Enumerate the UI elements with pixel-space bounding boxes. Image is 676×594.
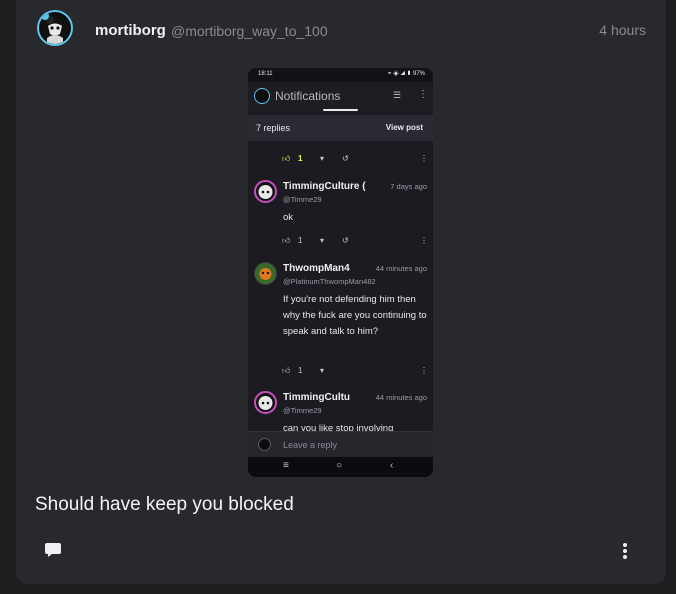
replies-count: 7 replies: [256, 123, 291, 133]
author-name[interactable]: mortiborg: [95, 22, 166, 39]
commenter-handle: @Timme29: [283, 195, 322, 204]
status-time: 18:11: [258, 71, 273, 77]
thumbs-up-icon: 👍︎: [282, 154, 291, 163]
post-timestamp: 4 hours: [599, 22, 646, 38]
commenter-name: TimmingCulture (: [283, 181, 366, 192]
more-options-icon[interactable]: [621, 542, 629, 560]
more-icon: ⋮: [420, 154, 428, 163]
home-icon: ○: [336, 460, 343, 471]
commenter-avatar: [254, 262, 277, 285]
back-icon: ‹: [390, 460, 394, 471]
comment-text: can you like stop involving: [283, 423, 394, 431]
commenter-name: TimmingCultu: [283, 392, 351, 403]
replies-bar: 7 replies View post: [248, 115, 433, 141]
like-count: 1: [298, 366, 303, 375]
comment-text: ok: [283, 212, 294, 223]
action-row: 👍︎ 1 ▾ ↺ ⋮: [282, 236, 428, 248]
author-handle[interactable]: @mortiborg_way_to_100: [171, 23, 328, 39]
app-title: Notifications: [275, 89, 341, 103]
reply-icon: ↺: [342, 154, 349, 163]
thumbs-down-icon: ▾: [320, 154, 325, 163]
reply-icon: ↺: [342, 236, 349, 245]
view-post-link: View post: [385, 123, 423, 132]
commenter-handle: @Timme29: [283, 406, 322, 415]
more-icon: ⋮: [420, 366, 428, 375]
attached-screenshot[interactable]: 18:11 ⌖ ◈ ◢ ▮ 97% Notifications ☰ ⋮ 7 re…: [248, 68, 433, 477]
reply-placeholder: Leave a reply: [283, 440, 338, 450]
more-vert-icon: ⋮: [418, 89, 428, 100]
author-avatar[interactable]: [37, 10, 73, 46]
comment-icon[interactable]: [44, 542, 62, 558]
tab-indicator: [323, 109, 358, 111]
post-body: Should have keep you blocked: [35, 494, 294, 515]
commenter-avatar: [254, 391, 277, 414]
action-row: 👍︎ 1 ▾ ↺ ⋮: [282, 154, 428, 166]
thumbs-down-icon: ▾: [320, 236, 325, 245]
like-count: 1: [298, 154, 303, 163]
commenter-avatar: [254, 180, 277, 203]
commenter-handle: @PlatinumThwompMan482: [283, 277, 376, 286]
commenter-name: ThwompMan4: [283, 263, 350, 274]
post-card: mortiborg @mortiborg_way_to_100 4 hours …: [16, 0, 666, 584]
action-row: 👍︎ 1 ▾ ⋮: [282, 366, 428, 378]
thumbs-down-icon: ▾: [320, 366, 325, 375]
comment-time: 44 minutes ago: [375, 264, 427, 273]
android-nav-bar: ≡ ○ ‹: [248, 457, 433, 477]
comment-time: 7 days ago: [390, 182, 427, 191]
like-count: 1: [298, 236, 303, 245]
comment-text: If you're not defending him then why the…: [283, 294, 427, 337]
status-bar: 18:11 ⌖ ◈ ◢ ▮ 97%: [248, 68, 433, 82]
recents-icon: ≡: [283, 460, 289, 471]
filter-icon: ☰: [393, 90, 402, 100]
composer-avatar: [258, 438, 271, 451]
thumbs-up-icon: 👍︎: [282, 366, 291, 375]
more-icon: ⋮: [420, 236, 428, 245]
status-icons: ⌖ ◈ ◢ ▮ 97%: [387, 71, 425, 77]
app-bar: Notifications ☰ ⋮: [248, 82, 433, 112]
comment-time: 44 minutes ago: [375, 393, 427, 402]
app-avatar: [254, 88, 270, 104]
thumbs-up-icon: 👍︎: [282, 236, 291, 245]
reply-composer: Leave a reply: [248, 431, 433, 458]
